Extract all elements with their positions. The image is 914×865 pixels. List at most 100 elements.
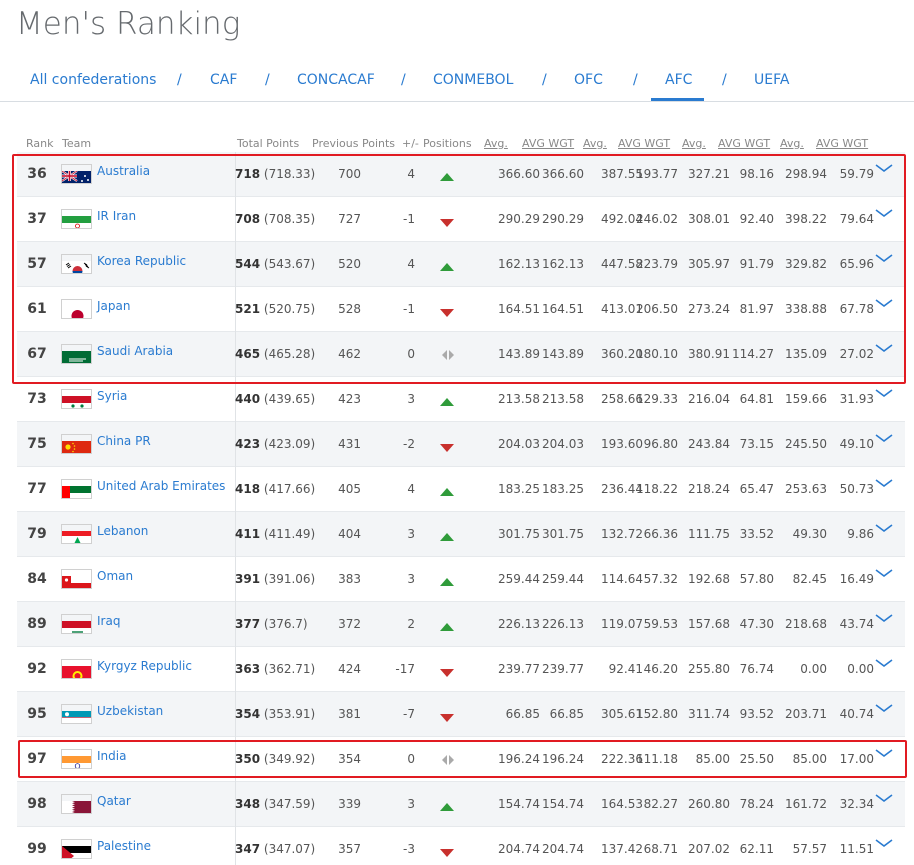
tab-uefa[interactable]: UEFA <box>754 72 789 88</box>
previous-points-cell: 462 <box>338 347 361 361</box>
tab-caf[interactable]: CAF <box>210 72 237 88</box>
team-link[interactable]: Australia <box>97 164 150 178</box>
team-link[interactable]: Palestine <box>97 839 151 853</box>
team-cell: Kyrgyz Republic <box>61 647 236 692</box>
table-row: 89 Iraq 377 (376.7) 372 2 226.13 226.13 119.0… <box>17 602 905 647</box>
previous-points-cell: 381 <box>338 707 361 721</box>
team-link[interactable]: Kyrgyz Republic <box>97 659 192 673</box>
col-total-points[interactable]: Total Points <box>237 137 299 150</box>
chevron-down-icon[interactable] <box>875 702 893 714</box>
col-avg[interactable]: Avg. <box>682 137 706 150</box>
chevron-down-icon[interactable] <box>875 162 893 174</box>
avg-wgt-col-3: 98.16 <box>739 167 774 181</box>
chevron-down-icon[interactable] <box>875 477 893 489</box>
previous-points-cell: 431 <box>338 437 361 451</box>
avg-wgt-col-1: 213.58 <box>542 392 584 406</box>
confederation-nav: All confederations / CAF / CONCACAF / CO… <box>0 58 914 102</box>
rank-cell: 57 <box>27 256 47 272</box>
total-points: 708 <box>235 212 261 226</box>
team-link[interactable]: China PR <box>97 434 151 448</box>
team-link[interactable]: Oman <box>97 569 133 583</box>
nav-separator: / <box>542 72 547 88</box>
total-points: 363 <box>235 662 261 676</box>
chevron-down-icon[interactable] <box>875 612 893 624</box>
col-avg[interactable]: Avg. <box>780 137 804 150</box>
avg-wgt-col-2: 96.80 <box>643 437 678 451</box>
chevron-down-icon[interactable] <box>875 342 893 354</box>
chevron-down-icon[interactable] <box>875 387 893 399</box>
rank-cell: 99 <box>27 841 47 857</box>
avg-wgt-col-2: 46.20 <box>643 662 678 676</box>
team-link[interactable]: Korea Republic <box>97 254 186 268</box>
diff-cell: 3 <box>407 527 415 541</box>
total-points: 350 <box>235 752 261 766</box>
avg-wgt-col-2: 223.79 <box>636 257 678 271</box>
col-avg[interactable]: Avg. <box>484 137 508 150</box>
team-cell: Australia <box>61 152 236 197</box>
team-link[interactable]: IR Iran <box>97 209 136 223</box>
avg-wgt-col-3: 92.40 <box>739 212 774 226</box>
col-team[interactable]: Team <box>62 137 91 150</box>
position-trend <box>440 782 456 827</box>
avg-wgt-col-2: 180.10 <box>636 347 678 361</box>
total-points: 347 <box>235 842 261 856</box>
avg-wgt-col-3: 33.52 <box>739 527 774 541</box>
diff-cell: 4 <box>407 167 415 181</box>
avg-wgt-col-2: 59.53 <box>643 617 678 631</box>
tab-conmebol[interactable]: CONMEBOL <box>433 72 513 88</box>
diff-cell: -1 <box>403 302 415 316</box>
chevron-down-icon[interactable] <box>875 792 893 804</box>
chevron-down-icon[interactable] <box>875 207 893 219</box>
team-link[interactable]: Uzbekistan <box>97 704 163 718</box>
chevron-down-icon[interactable] <box>875 432 893 444</box>
arrow-up-icon <box>440 578 454 586</box>
previous-points-cell: 424 <box>338 662 361 676</box>
col-rank[interactable]: Rank <box>26 137 53 150</box>
position-trend <box>440 287 456 332</box>
tab-all-confederations[interactable]: All confederations <box>30 72 156 88</box>
avg-wgt-col-4: 11.51 <box>839 842 874 856</box>
col-diff[interactable]: +/- <box>402 137 419 150</box>
team-link[interactable]: United Arab Emirates <box>97 479 225 493</box>
arrow-up-icon <box>440 533 454 541</box>
team-link[interactable]: Qatar <box>97 794 131 808</box>
table-row: 37 IR Iran 708 (708.35) 727 -1 290.29 290.29… <box>17 197 905 242</box>
qatar-flag <box>61 794 92 814</box>
total-points: 521 <box>235 302 261 316</box>
syria-flag <box>61 389 92 409</box>
india-flag <box>61 749 92 769</box>
tab-afc[interactable]: AFC <box>665 72 692 88</box>
team-link[interactable]: Lebanon <box>97 524 148 538</box>
position-trend <box>440 197 456 242</box>
team-link[interactable]: Syria <box>97 389 127 403</box>
australia-flag <box>61 164 92 184</box>
tab-concacaf[interactable]: CONCACAF <box>297 72 375 88</box>
total-points: 354 <box>235 707 261 721</box>
team-link[interactable]: Iraq <box>97 614 120 628</box>
chevron-down-icon[interactable] <box>875 837 893 849</box>
diff-cell: 4 <box>407 257 415 271</box>
arrow-up-icon <box>440 173 454 181</box>
col-positions[interactable]: Positions <box>423 137 472 150</box>
avg-wgt-col-4: 50.73 <box>839 482 874 496</box>
previous-points-cell: 383 <box>338 572 361 586</box>
team-link[interactable]: India <box>97 749 126 763</box>
chevron-down-icon[interactable] <box>875 252 893 264</box>
col-avg[interactable]: Avg. <box>583 137 607 150</box>
team-link[interactable]: Japan <box>97 299 130 313</box>
chevron-down-icon[interactable] <box>875 297 893 309</box>
chevron-down-icon[interactable] <box>875 522 893 534</box>
col-avg-wgt[interactable]: AVG WGT <box>618 137 670 150</box>
chevron-down-icon[interactable] <box>875 747 893 759</box>
tab-ofc[interactable]: OFC <box>574 72 603 88</box>
team-cell: Oman <box>61 557 236 602</box>
team-link[interactable]: Saudi Arabia <box>97 344 173 358</box>
active-tab-indicator <box>651 98 704 101</box>
chevron-down-icon[interactable] <box>875 567 893 579</box>
col-avg-wgt[interactable]: AVG WGT <box>816 137 868 150</box>
chevron-down-icon[interactable] <box>875 657 893 669</box>
col-previous-points[interactable]: Previous Points <box>312 137 395 150</box>
col-avg-wgt[interactable]: AVG WGT <box>718 137 770 150</box>
avg-wgt-col-3: 25.50 <box>739 752 774 766</box>
col-avg-wgt[interactable]: AVG WGT <box>522 137 574 150</box>
